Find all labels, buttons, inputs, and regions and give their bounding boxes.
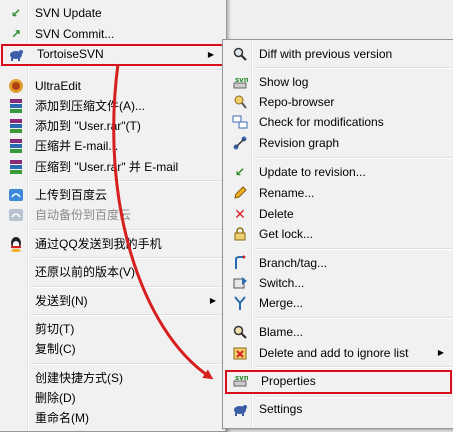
winrar-icon <box>8 98 24 114</box>
separator <box>255 317 452 319</box>
magnifier-icon <box>232 46 248 62</box>
winrar-icon <box>8 138 24 154</box>
menu-item-restore-version[interactable]: 还原以前的版本(V) <box>1 262 224 282</box>
menu-item-ultraedit[interactable]: UltraEdit <box>1 76 224 96</box>
winrar-icon <box>8 118 24 134</box>
separator <box>31 180 224 182</box>
winrar-icon <box>8 159 24 175</box>
svg-text:svn: svn <box>235 374 248 382</box>
svn-update-icon: ↙ <box>10 6 22 20</box>
menu-item-diff[interactable]: Diff with previous version <box>225 44 452 64</box>
separator <box>255 366 452 368</box>
switch-icon <box>232 275 248 291</box>
menu-item-upload-baidu[interactable]: 上传到百度云 <box>1 185 224 205</box>
separator <box>255 396 452 398</box>
show-log-icon: svn <box>232 74 248 90</box>
menu-item-settings[interactable]: Settings <box>225 399 452 419</box>
menu-item-delete[interactable]: 删除(D) <box>1 388 224 408</box>
menu-item-get-lock[interactable]: Get lock... <box>225 224 452 244</box>
menu-item-svn-update[interactable]: ↙ SVN Update <box>1 3 224 23</box>
revision-graph-icon <box>232 135 248 151</box>
check-modifications-icon <box>232 114 248 130</box>
menu-item-add-archive[interactable]: 添加到压缩文件(A)... <box>1 96 224 116</box>
svn-commit-icon: ↗ <box>10 27 22 41</box>
menu-item-rename[interactable]: 重命名(M) <box>1 408 224 428</box>
menu-item-copy[interactable]: 复制(C) <box>1 339 224 359</box>
ultraedit-icon <box>8 78 24 94</box>
separator <box>31 257 224 259</box>
menu-item-check-modifications[interactable]: Check for modifications <box>225 112 452 132</box>
menu-item-compress-rar-email[interactable]: 压缩到 "User.rar" 并 E-mail <box>1 157 224 177</box>
qq-penguin-icon <box>8 236 24 252</box>
delete-ignore-icon <box>232 345 248 361</box>
separator <box>31 363 224 365</box>
tortoisesvn-submenu: Diff with previous version svn Show log … <box>222 39 453 429</box>
baidu-cloud-icon <box>8 187 24 203</box>
menu-item-update-revision[interactable]: ↙ Update to revision... <box>225 162 452 182</box>
separator <box>31 229 224 231</box>
update-arrow-icon: ↙ <box>234 165 246 179</box>
separator <box>255 67 452 69</box>
menu-item-compress-email[interactable]: 压缩并 E-mail... <box>1 136 224 156</box>
separator <box>31 314 224 316</box>
menu-item-repo-browser[interactable]: Repo-browser <box>225 92 452 112</box>
menu-item-send-to[interactable]: 发送到(N) ▶ <box>1 291 224 311</box>
repo-browser-icon <box>232 94 248 110</box>
menu-item-qq-send[interactable]: 通过QQ发送到我的手机 <box>1 234 224 254</box>
submenu-arrow-icon: ▶ <box>209 296 216 305</box>
menu-item-blame[interactable]: Blame... <box>225 322 452 342</box>
menu-item-tortoisesvn[interactable]: TortoiseSVN ▶ <box>1 44 224 66</box>
menu-item-show-log[interactable]: svn Show log <box>225 72 452 92</box>
separator <box>255 248 452 250</box>
lock-icon <box>232 226 248 242</box>
explorer-context-menu: ↙ SVN Update ↗ SVN Commit... TortoiseSVN… <box>0 0 227 432</box>
menu-item-properties[interactable]: svn Properties <box>225 370 452 394</box>
submenu-arrow-icon: ▶ <box>437 348 444 357</box>
settings-tortoise-icon <box>232 401 248 417</box>
menu-item-svn-commit[interactable]: ↗ SVN Commit... <box>1 24 224 44</box>
separator <box>31 69 224 71</box>
merge-icon <box>232 295 248 311</box>
menu-item-revision-graph[interactable]: Revision graph <box>225 133 452 153</box>
menu-item-cut[interactable]: 剪切(T) <box>1 319 224 339</box>
menu-item-branch-tag[interactable]: Branch/tag... <box>225 253 452 273</box>
menu-item-create-shortcut[interactable]: 创建快捷方式(S) <box>1 368 224 388</box>
menu-item-add-rar[interactable]: 添加到 "User.rar"(T) <box>1 116 224 136</box>
baidu-cloud-icon <box>8 207 24 223</box>
properties-icon: svn <box>232 372 248 388</box>
pencil-icon <box>232 185 248 201</box>
menu-item-rename-svn[interactable]: Rename... <box>225 183 452 203</box>
separator <box>31 286 224 288</box>
menu-item-delete-svn[interactable]: ✕ Delete <box>225 204 452 224</box>
delete-x-icon: ✕ <box>234 206 246 222</box>
tortoise-icon <box>8 46 24 62</box>
branch-icon <box>232 255 248 271</box>
separator <box>255 157 452 159</box>
svg-text:svn: svn <box>235 76 248 84</box>
blame-icon <box>232 324 248 340</box>
menu-item-merge[interactable]: Merge... <box>225 293 452 313</box>
menu-item-auto-backup-baidu[interactable]: 自动备份到百度云 <box>1 205 224 225</box>
menu-item-delete-ignore[interactable]: Delete and add to ignore list ▶ <box>225 343 452 363</box>
submenu-arrow-icon: ▶ <box>207 50 214 59</box>
menu-item-switch[interactable]: Switch... <box>225 273 452 293</box>
